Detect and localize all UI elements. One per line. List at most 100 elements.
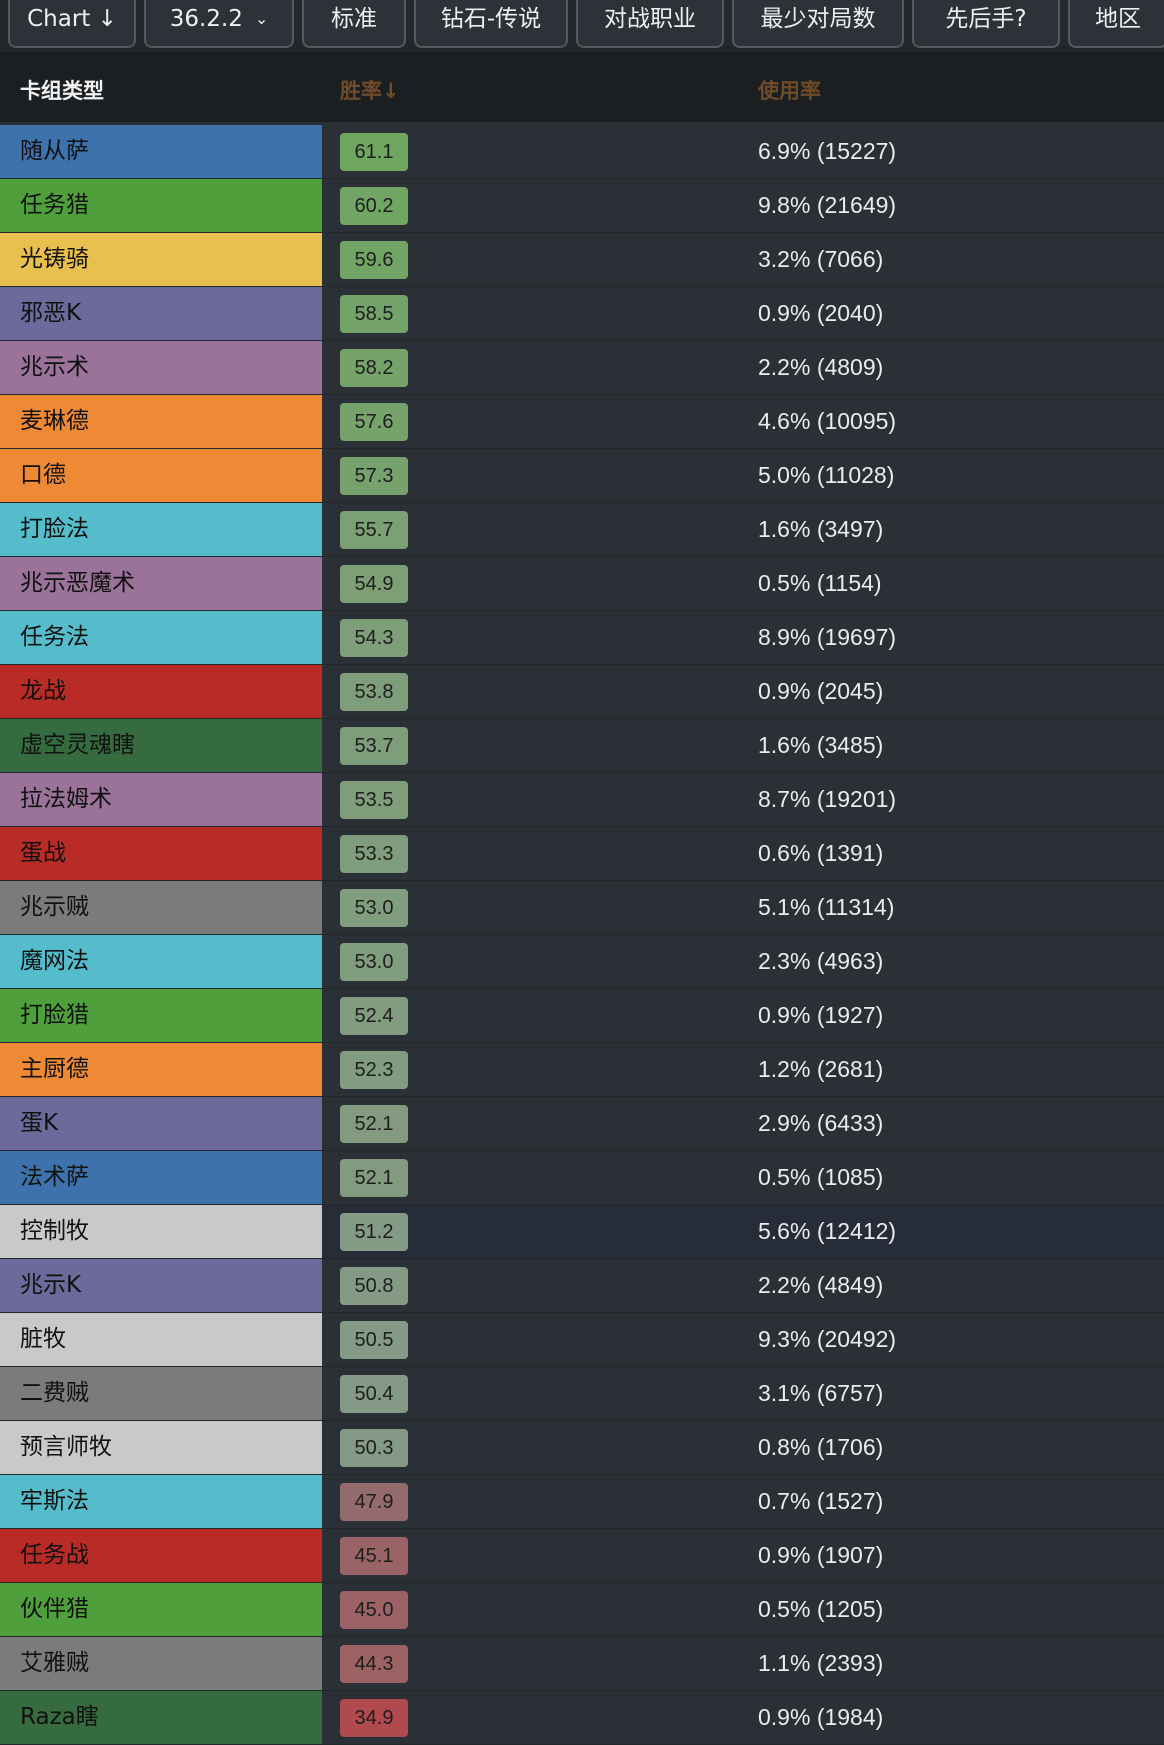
table-row[interactable]: 预言师牧 50.3 0.8% (1706) [0,1421,1164,1475]
winrate-badge: 60.2 [340,187,408,225]
table-row[interactable]: 牢斯法 47.9 0.7% (1527) [0,1475,1164,1529]
deck-name[interactable]: 艾雅贼 [0,1637,322,1690]
deck-name[interactable]: 兆示贼 [0,881,322,934]
winrate-badge: 45.0 [340,1591,408,1629]
deck-name[interactable]: 控制牧 [0,1205,322,1258]
table-row[interactable]: 口德 57.3 5.0% (11028) [0,449,1164,503]
table-row[interactable]: 随从萨 61.1 6.9% (15227) [0,125,1164,179]
deck-name[interactable]: 任务猎 [0,179,322,232]
opponent-class-button-label: 对战职业 [604,6,696,32]
column-header-usage[interactable]: 使用率 [758,52,821,130]
table-row[interactable]: 主厨德 52.3 1.2% (2681) [0,1043,1164,1097]
deck-name[interactable]: 兆示术 [0,341,322,394]
min-games-button-label: 最少对局数 [760,6,876,32]
deck-name[interactable]: 二费贼 [0,1367,322,1420]
version-dropdown-label: 36.2.2 [169,6,243,32]
table-row[interactable]: 拉法姆术 53.5 8.7% (19201) [0,773,1164,827]
table-row[interactable]: 二费贼 50.4 3.1% (6757) [0,1367,1164,1421]
deck-name[interactable]: 打脸猎 [0,989,322,1042]
table-row[interactable]: 兆示恶魔术 54.9 0.5% (1154) [0,557,1164,611]
winrate-badge: 53.5 [340,781,408,819]
rank-button[interactable]: 钻石-传说 [414,0,568,48]
table-row[interactable]: 伙伴猎 45.0 0.5% (1205) [0,1583,1164,1637]
usage-value: 1.1% (2393) [758,1650,884,1676]
winrate-badge: 52.1 [340,1105,408,1143]
deck-name[interactable]: 拉法姆术 [0,773,322,826]
table-row[interactable]: 兆示贼 53.0 5.1% (11314) [0,881,1164,935]
table-row[interactable]: 脏牧 50.5 9.3% (20492) [0,1313,1164,1367]
region-button[interactable]: 地区 [1068,0,1164,48]
table-row[interactable]: 龙战 53.8 0.9% (2045) [0,665,1164,719]
usage-value: 3.2% (7066) [758,246,884,272]
deck-name[interactable]: 麦琳德 [0,395,322,448]
deck-name[interactable]: 光铸骑 [0,233,322,286]
rank-button-label: 钻石-传说 [440,6,542,32]
usage-value: 0.9% (1927) [758,1002,884,1028]
column-header-winrate[interactable]: 胜率↓ [340,52,400,130]
deck-name[interactable]: 脏牧 [0,1313,322,1366]
table-row[interactable]: 任务战 45.1 0.9% (1907) [0,1529,1164,1583]
table-row[interactable]: 兆示K 50.8 2.2% (4849) [0,1259,1164,1313]
winrate-badge: 53.3 [340,835,408,873]
column-header-deck-type[interactable]: 卡组类型 [20,52,104,130]
deck-name[interactable]: 法术萨 [0,1151,322,1204]
deck-name[interactable]: Raza瞎 [0,1691,322,1744]
table-row[interactable]: Raza瞎 34.9 0.9% (1984) [0,1691,1164,1745]
deck-name[interactable]: 伙伴猎 [0,1583,322,1636]
usage-value: 0.6% (1391) [758,840,884,866]
winrate-badge: 47.9 [340,1483,408,1521]
table-row[interactable]: 邪恶K 58.5 0.9% (2040) [0,287,1164,341]
winrate-badge: 53.0 [340,943,408,981]
deck-name[interactable]: 牢斯法 [0,1475,322,1528]
table-row[interactable]: 打脸法 55.7 1.6% (3497) [0,503,1164,557]
version-dropdown[interactable]: 36.2.2 ⌄ [144,0,294,48]
min-games-button[interactable]: 最少对局数 [732,0,904,48]
usage-value: 2.2% (4809) [758,354,884,380]
deck-name[interactable]: 任务法 [0,611,322,664]
winrate-badge: 58.2 [340,349,408,387]
format-button[interactable]: 标准 [302,0,406,48]
usage-value: 2.3% (4963) [758,948,884,974]
deck-name[interactable]: 兆示K [0,1259,322,1312]
table-row[interactable]: 艾雅贼 44.3 1.1% (2393) [0,1637,1164,1691]
chart-button[interactable]: Chart ↓ [8,0,136,48]
table-row[interactable]: 打脸猎 52.4 0.9% (1927) [0,989,1164,1043]
winrate-badge: 54.3 [340,619,408,657]
winrate-badge: 59.6 [340,241,408,279]
deck-name[interactable]: 口德 [0,449,322,502]
opponent-class-button[interactable]: 对战职业 [576,0,724,48]
table-row[interactable]: 蛋战 53.3 0.6% (1391) [0,827,1164,881]
table-row[interactable]: 蛋K 52.1 2.9% (6433) [0,1097,1164,1151]
deck-name[interactable]: 虚空灵魂瞎 [0,719,322,772]
deck-name[interactable]: 邪恶K [0,287,322,340]
deck-name[interactable]: 魔网法 [0,935,322,988]
deck-name[interactable]: 随从萨 [0,125,322,178]
table-row[interactable]: 兆示术 58.2 2.2% (4809) [0,341,1164,395]
table-row[interactable]: 麦琳德 57.6 4.6% (10095) [0,395,1164,449]
table-row[interactable]: 法术萨 52.1 0.5% (1085) [0,1151,1164,1205]
deck-name[interactable]: 龙战 [0,665,322,718]
deck-name[interactable]: 任务战 [0,1529,322,1582]
usage-value: 5.1% (11314) [758,894,895,920]
usage-value: 1.2% (2681) [758,1056,884,1082]
region-button-label: 地区 [1095,6,1141,32]
table-row[interactable]: 任务法 54.3 8.9% (19697) [0,611,1164,665]
deck-name[interactable]: 蛋K [0,1097,322,1150]
table-row[interactable]: 任务猎 60.2 9.8% (21649) [0,179,1164,233]
winrate-badge: 58.5 [340,295,408,333]
deck-name[interactable]: 打脸法 [0,503,322,556]
winrate-badge: 53.0 [340,889,408,927]
winrate-badge: 53.8 [340,673,408,711]
play-order-button[interactable]: 先后手? [912,0,1060,48]
deck-name[interactable]: 兆示恶魔术 [0,557,322,610]
winrate-badge: 45.1 [340,1537,408,1575]
table-row[interactable]: 光铸骑 59.6 3.2% (7066) [0,233,1164,287]
deck-name[interactable]: 主厨德 [0,1043,322,1096]
usage-value: 0.5% (1205) [758,1596,884,1622]
deck-name[interactable]: 预言师牧 [0,1421,322,1474]
winrate-badge: 55.7 [340,511,408,549]
table-row[interactable]: 魔网法 53.0 2.3% (4963) [0,935,1164,989]
deck-name[interactable]: 蛋战 [0,827,322,880]
table-row[interactable]: 虚空灵魂瞎 53.7 1.6% (3485) [0,719,1164,773]
table-row[interactable]: 控制牧 51.2 5.6% (12412) [0,1205,1164,1259]
